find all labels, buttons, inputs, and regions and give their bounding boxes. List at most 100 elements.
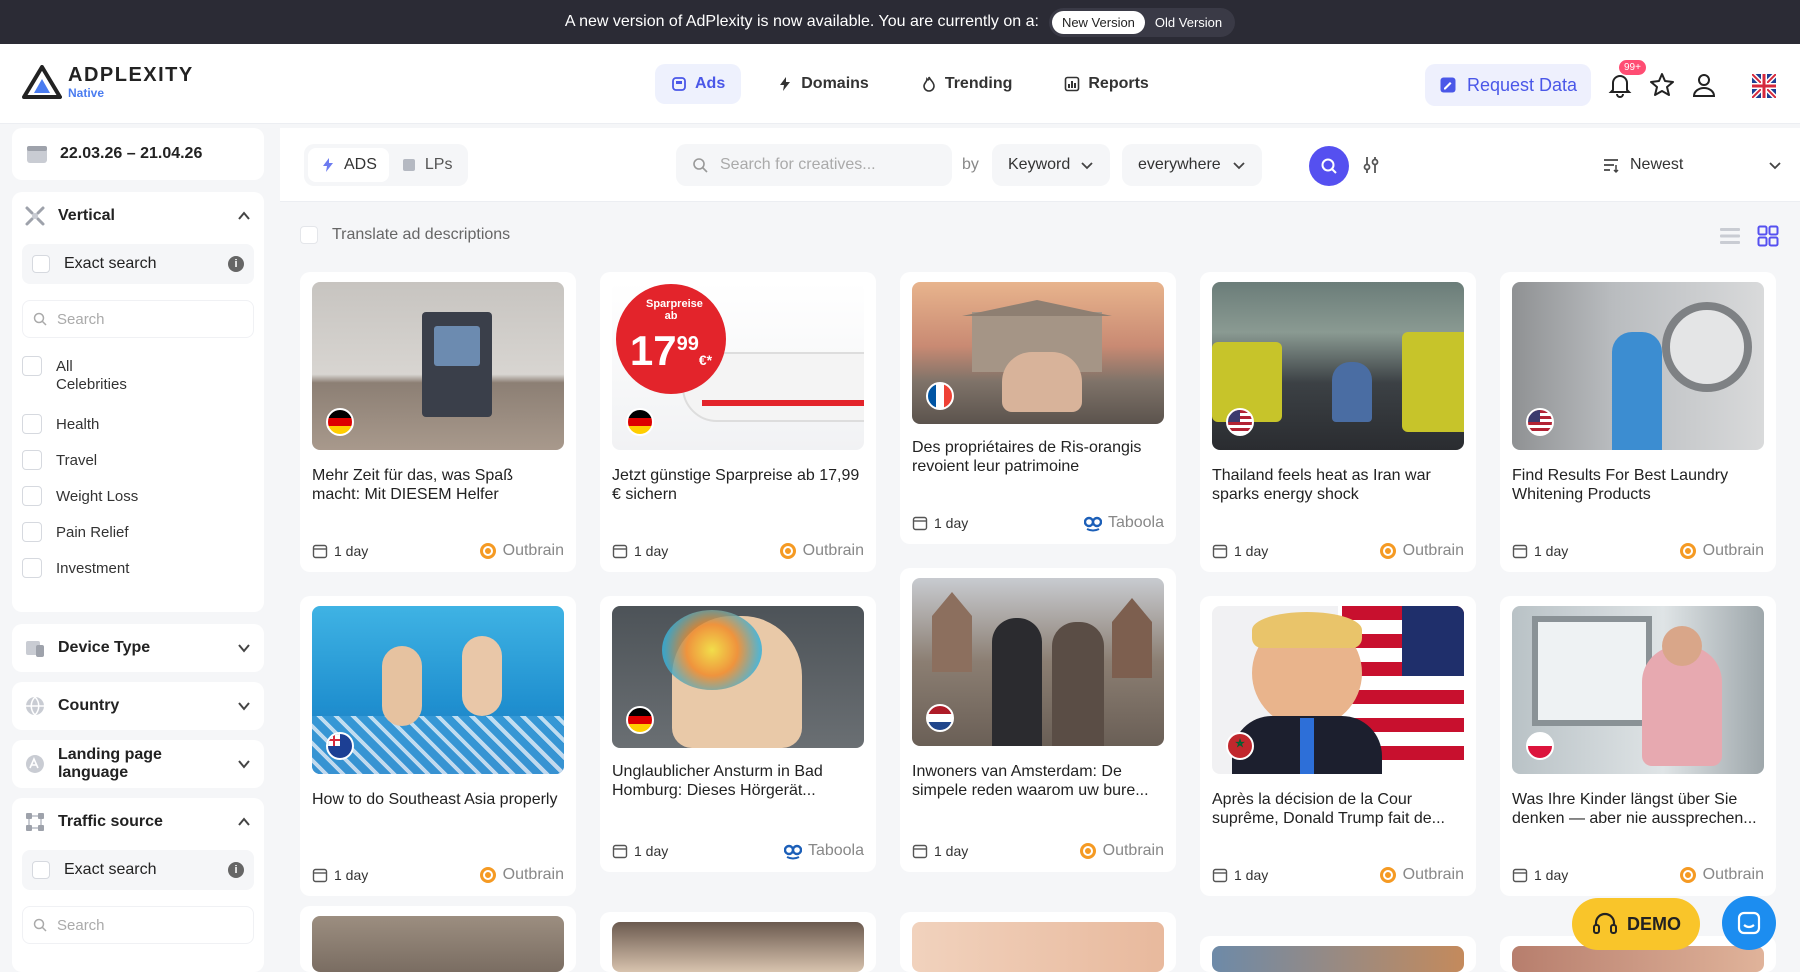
ad-card[interactable] — [600, 912, 876, 972]
vertical-option-investment[interactable]: Investment — [22, 558, 129, 578]
ad-card[interactable]: Was Ihre Kinder längst über Sie denken —… — [1500, 596, 1776, 896]
person-shape — [1612, 332, 1662, 450]
nav-trending[interactable]: Trending — [905, 64, 1029, 104]
favorites-button[interactable] — [1647, 70, 1677, 100]
ad-card[interactable]: Thailand feels heat as Iran war sparks e… — [1200, 272, 1476, 572]
search-scope-dropdown[interactable]: everywhere — [1122, 144, 1262, 186]
sort-dropdown[interactable]: Newest — [1602, 144, 1782, 186]
calendar-icon — [1212, 544, 1228, 559]
vertical-exact-search-checkbox[interactable] — [32, 255, 50, 273]
language-filter-panel[interactable]: Landing page language — [12, 740, 264, 788]
checkbox[interactable] — [22, 450, 42, 470]
ad-title[interactable]: How to do Southeast Asia properly — [312, 790, 564, 809]
demo-button[interactable]: DEMO — [1572, 898, 1700, 950]
advanced-filters-icon[interactable] — [1360, 154, 1382, 176]
ad-title[interactable]: Jetzt günstige Sparpreise ab 17,99 € sic… — [612, 466, 864, 504]
vertical-filter-header[interactable]: Vertical — [12, 192, 264, 240]
ad-card[interactable] — [300, 906, 576, 972]
vertical-option-weight-loss[interactable]: Weight Loss — [22, 486, 138, 506]
search-button[interactable] — [1309, 146, 1349, 186]
ad-thumbnail[interactable] — [1212, 946, 1464, 972]
version-toggle[interactable]: New Version Old Version — [1048, 7, 1236, 37]
checkbox[interactable] — [22, 522, 42, 542]
tab-lps[interactable]: LPs — [389, 148, 465, 182]
list-view-icon[interactable] — [1718, 224, 1742, 248]
nav-domains[interactable]: Domains — [761, 64, 885, 104]
checkbox[interactable] — [22, 356, 42, 376]
country-filter-header[interactable]: Country — [12, 682, 264, 730]
checkbox[interactable] — [22, 558, 42, 578]
ad-card[interactable]: Mehr Zeit für das, was Spaß macht: Mit D… — [300, 272, 576, 572]
device-type-filter-header[interactable]: Device Type — [12, 624, 264, 672]
ad-thumbnail[interactable] — [612, 922, 864, 972]
ad-card[interactable]: Find Results For Best Laundry Whitening … — [1500, 272, 1776, 572]
traffic-search-input[interactable]: Search — [22, 906, 254, 944]
creative-search-input[interactable]: Search for creatives... — [676, 144, 952, 186]
nav-ads[interactable]: Ads — [655, 64, 742, 104]
notifications-button[interactable]: 99+ — [1605, 60, 1646, 100]
ad-title[interactable]: Après la décision de la Cour suprême, Do… — [1212, 790, 1464, 828]
ad-thumbnail[interactable] — [312, 282, 564, 450]
vertical-option-travel[interactable]: Travel — [22, 450, 97, 470]
ad-card[interactable] — [900, 912, 1176, 972]
ad-thumbnail[interactable] — [612, 606, 864, 748]
vertical-option-health[interactable]: Health — [22, 414, 99, 434]
new-version-button[interactable]: New Version — [1051, 10, 1145, 34]
ad-thumbnail[interactable] — [912, 578, 1164, 746]
ad-thumbnail[interactable] — [1212, 282, 1464, 450]
request-data-button[interactable]: Request Data — [1425, 64, 1592, 106]
ad-card[interactable]: Inwoners van Amsterdam: De simpele reden… — [900, 568, 1176, 872]
info-icon[interactable]: i — [228, 862, 244, 878]
vertical-option-all[interactable]: All — [22, 356, 73, 376]
ad-title[interactable]: Unglaublicher Ansturm in Bad Homburg: Di… — [612, 762, 864, 800]
ad-card[interactable]: Unglaublicher Ansturm in Bad Homburg: Di… — [600, 596, 876, 872]
language-flag-uk-icon[interactable] — [1752, 74, 1776, 98]
ad-card[interactable]: How to do Southeast Asia properly 1 day … — [300, 596, 576, 896]
grid-view-icon[interactable] — [1756, 224, 1780, 248]
ad-title[interactable]: Mehr Zeit für das, was Spaß macht: Mit D… — [312, 466, 564, 504]
vertical-search-input[interactable]: Search — [22, 300, 254, 338]
ad-age: 1 day — [334, 867, 369, 883]
search-field-dropdown[interactable]: Keyword — [992, 144, 1110, 186]
ad-thumbnail[interactable]: Sparpreise ab 1799€* — [612, 282, 864, 450]
ad-thumbnail[interactable] — [912, 922, 1164, 972]
chat-button[interactable] — [1722, 896, 1776, 950]
checkbox[interactable] — [22, 414, 42, 434]
traffic-source-filter-header[interactable]: Traffic source — [12, 798, 264, 846]
ad-thumbnail[interactable] — [1512, 282, 1764, 450]
old-version-button[interactable]: Old Version — [1145, 11, 1232, 34]
traffic-source-filter-panel: Traffic source Exact search i Search — [12, 798, 264, 972]
ad-title[interactable]: Find Results For Best Laundry Whitening … — [1512, 466, 1764, 504]
ad-thumbnail[interactable] — [312, 916, 564, 972]
language-filter-header[interactable]: Landing page language — [12, 740, 264, 788]
ad-title[interactable]: Was Ihre Kinder längst über Sie denken —… — [1512, 790, 1764, 828]
country-filter-panel[interactable]: Country — [12, 682, 264, 730]
traffic-exact-search[interactable]: Exact search i — [22, 850, 254, 890]
ad-thumbnail[interactable] — [1512, 606, 1764, 774]
translate-checkbox[interactable] — [300, 226, 318, 244]
vertical-exact-search[interactable]: Exact search i — [22, 244, 254, 284]
ad-title[interactable]: Thailand feels heat as Iran war sparks e… — [1212, 466, 1464, 504]
translate-toggle[interactable]: Translate ad descriptions — [300, 226, 510, 244]
checkbox[interactable] — [22, 486, 42, 506]
profile-button[interactable] — [1689, 70, 1719, 100]
ad-thumbnail[interactable] — [912, 282, 1164, 424]
device-type-filter-panel[interactable]: Device Type — [12, 624, 264, 672]
ad-card[interactable] — [1200, 936, 1476, 972]
nav-reports[interactable]: Reports — [1048, 64, 1164, 104]
vertical-option-celebrities[interactable]: Celebrities — [22, 374, 127, 394]
content-type-toggle: ADS LPs — [304, 144, 469, 186]
ad-card[interactable]: Sparpreise ab 1799€* Jetzt günstige Spar… — [600, 272, 876, 572]
ad-thumbnail[interactable] — [312, 606, 564, 774]
date-range-picker[interactable]: 22.03.26 – 21.04.26 — [12, 128, 264, 180]
ad-title[interactable]: Des propriétaires de Ris-orangis revoien… — [912, 438, 1164, 476]
ad-card[interactable]: Des propriétaires de Ris-orangis revoien… — [900, 272, 1176, 544]
vertical-option-pain-relief[interactable]: Pain Relief — [22, 522, 129, 542]
ad-card[interactable]: Après la décision de la Cour suprême, Do… — [1200, 596, 1476, 896]
traffic-exact-search-checkbox[interactable] — [32, 861, 50, 879]
ad-title[interactable]: Inwoners van Amsterdam: De simpele reden… — [912, 762, 1164, 800]
ad-thumbnail[interactable] — [1212, 606, 1464, 774]
logo[interactable]: ADPLEXITY Native — [22, 64, 194, 100]
tab-ads[interactable]: ADS — [308, 148, 389, 182]
info-icon[interactable]: i — [228, 256, 244, 272]
